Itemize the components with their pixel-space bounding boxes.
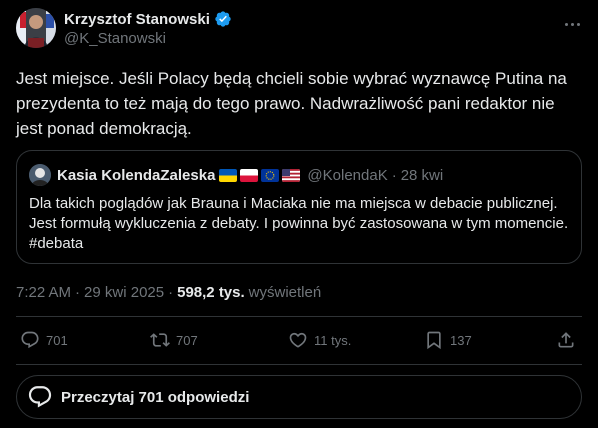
bookmark-icon xyxy=(427,331,441,350)
quoted-tweet[interactable]: Kasia KolendaZaleska @KolendaK · 28 kwi … xyxy=(16,150,582,264)
quoted-author-avatar xyxy=(29,164,51,186)
dot-separator: · xyxy=(391,166,397,184)
more-options-icon[interactable] xyxy=(562,14,582,34)
divider xyxy=(16,364,582,365)
like-count: 11 tys. xyxy=(314,332,352,348)
poland-flag-icon xyxy=(240,168,259,182)
reply-icon xyxy=(21,331,39,349)
views-label: wyświetleń xyxy=(248,284,322,301)
share-button[interactable] xyxy=(556,330,582,350)
divider xyxy=(16,316,582,317)
heart-icon xyxy=(289,332,307,348)
tweet-date[interactable]: 29 kwi 2025 xyxy=(84,284,164,301)
reply-button[interactable]: 701 xyxy=(20,330,68,350)
usa-flag-icon xyxy=(282,168,301,182)
share-icon xyxy=(558,332,574,348)
quoted-author-name: Kasia KolendaZaleska xyxy=(57,166,216,184)
quoted-tweet-text: Dla takich poglądów jak Brauna i Maciaka… xyxy=(29,195,569,252)
author-avatar[interactable] xyxy=(16,8,56,48)
views-count: 598,2 tys. xyxy=(177,284,245,301)
reply-count: 701 xyxy=(46,332,68,348)
author-name[interactable]: Krzysztof Stanowski xyxy=(64,11,210,28)
tweet-actions: 701 707 11 tys. 137 xyxy=(16,330,582,356)
dot-separator: · xyxy=(75,284,81,301)
read-replies-label: Przeczytaj 701 odpowiedzi xyxy=(61,388,250,406)
tweet-time[interactable]: 7:22 AM xyxy=(16,284,71,301)
quoted-tweet-time: 28 kwi xyxy=(400,166,444,184)
ukraine-flag-icon xyxy=(219,168,238,182)
quoted-tweet-header: Kasia KolendaZaleska @KolendaK · 28 kwi xyxy=(29,164,443,186)
repost-button[interactable]: 707 xyxy=(150,330,198,350)
repost-count: 707 xyxy=(176,332,198,348)
repost-icon xyxy=(150,333,170,347)
bookmark-count: 137 xyxy=(450,332,472,348)
verified-badge-icon xyxy=(214,10,232,28)
author-handle[interactable]: @K_Stanowski xyxy=(64,30,232,47)
like-button[interactable]: 11 tys. xyxy=(288,330,351,350)
tweet-meta: 7:22 AM · 29 kwi 2025 · 598,2 tys. wyświ… xyxy=(16,284,321,301)
reply-bubble-icon xyxy=(28,386,52,408)
tweet-header: Krzysztof Stanowski @K_Stanowski xyxy=(16,8,582,56)
eu-flag-icon xyxy=(261,168,280,182)
quoted-author-handle: @KolendaK xyxy=(307,166,388,184)
dot-separator: · xyxy=(168,284,174,301)
author-block: Krzysztof Stanowski @K_Stanowski xyxy=(64,10,232,47)
read-replies-button[interactable]: Przeczytaj 701 odpowiedzi xyxy=(16,375,582,419)
bookmark-button[interactable]: 137 xyxy=(424,330,472,350)
tweet-text: Jest miejsce. Jeśli Polacy będą chcieli … xyxy=(16,69,567,138)
